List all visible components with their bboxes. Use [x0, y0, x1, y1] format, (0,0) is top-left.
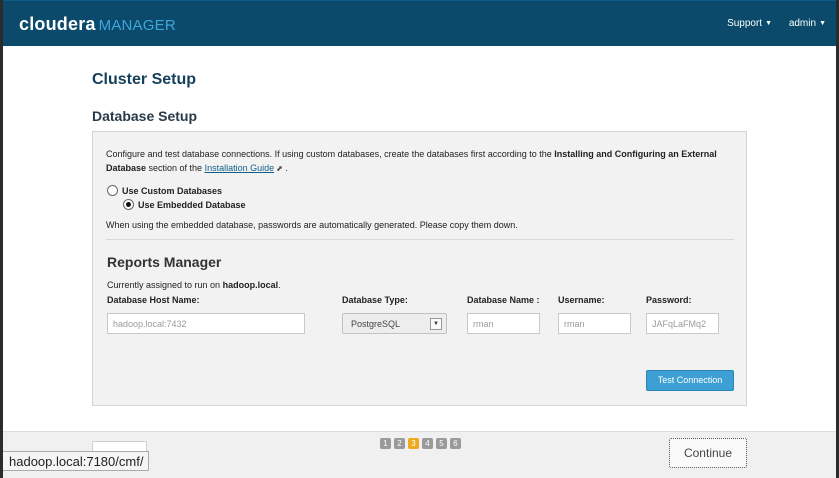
top-nav-bar: cloudera MANAGER Support ▼ admin ▼ [3, 0, 836, 46]
assigned-prefix: Currently assigned to run on [107, 280, 223, 290]
radio-label: Use Custom Databases [122, 185, 223, 196]
assigned-host: hadoop.local [222, 280, 279, 290]
intro-text: Configure and test database connections.… [106, 147, 736, 176]
cloudera-manager-logo[interactable]: cloudera MANAGER [19, 14, 176, 35]
step-4[interactable]: 4 [422, 438, 433, 449]
logo-product: MANAGER [98, 17, 176, 34]
logo-brand: cloudera [19, 14, 96, 34]
assigned-suffix: . [278, 280, 281, 290]
chevron-down-icon: ▼ [819, 20, 826, 27]
password-input[interactable] [646, 313, 719, 334]
db-host-input[interactable] [107, 313, 305, 334]
section-title: Database Setup [92, 108, 198, 124]
radio-use-embedded-database[interactable]: Use Embedded Database [123, 199, 246, 210]
status-bar-url: hadoop.local:7180/cmf/ [3, 451, 150, 471]
radio-use-custom-databases[interactable]: Use Custom Databases [107, 185, 222, 196]
assigned-host-text: Currently assigned to run on hadoop.loca… [107, 280, 281, 290]
admin-menu-label: admin [788, 18, 817, 29]
db-type-select[interactable]: PostgreSQL ▼ [342, 313, 447, 334]
db-host-label: Database Host Name: [107, 295, 200, 305]
reports-manager-title: Reports Manager [107, 254, 222, 270]
step-2[interactable]: 2 [394, 438, 405, 449]
username-label: Username: [558, 295, 605, 305]
step-1[interactable]: 1 [380, 438, 391, 449]
db-name-input[interactable] [467, 313, 540, 334]
step-3-current[interactable]: 3 [408, 438, 419, 449]
divider [106, 239, 734, 240]
db-type-label: Database Type: [342, 295, 408, 305]
continue-button[interactable]: Continue [669, 438, 747, 468]
installation-guide-link[interactable]: Installation Guide [205, 163, 275, 173]
admin-menu[interactable]: admin ▼ [789, 18, 826, 29]
database-setup-panel: Configure and test database connections.… [92, 131, 747, 406]
intro-text-part: Configure and test database connections.… [106, 149, 555, 159]
embedded-db-note: When using the embedded database, passwo… [106, 220, 518, 230]
support-menu-label: Support [727, 18, 763, 29]
intro-text-part: . [282, 163, 288, 173]
db-type-value: PostgreSQL [351, 319, 401, 329]
wizard-step-indicator: 1 2 3 4 5 6 [380, 438, 461, 449]
nav-right-menus: Support ▼ admin ▼ [713, 18, 826, 29]
radio-button-selected[interactable] [123, 199, 134, 210]
radio-button[interactable] [107, 185, 118, 196]
username-input[interactable] [558, 313, 631, 334]
external-link-icon: ⬈ [276, 164, 283, 173]
support-menu[interactable]: Support ▼ [727, 18, 772, 29]
radio-label: Use Embedded Database [138, 199, 246, 210]
page-title: Cluster Setup [92, 71, 197, 88]
step-6[interactable]: 6 [450, 438, 461, 449]
step-5[interactable]: 5 [436, 438, 447, 449]
intro-text-part: section of the [146, 163, 205, 173]
chevron-down-icon: ▼ [765, 20, 773, 27]
test-connection-button[interactable]: Test Connection [646, 370, 734, 391]
app-window: cloudera MANAGER Support ▼ admin ▼ Cluster … [3, 0, 836, 478]
password-label: Password: [646, 295, 692, 305]
chevron-down-icon: ▼ [430, 318, 442, 330]
db-name-label: Database Name : [467, 295, 540, 305]
